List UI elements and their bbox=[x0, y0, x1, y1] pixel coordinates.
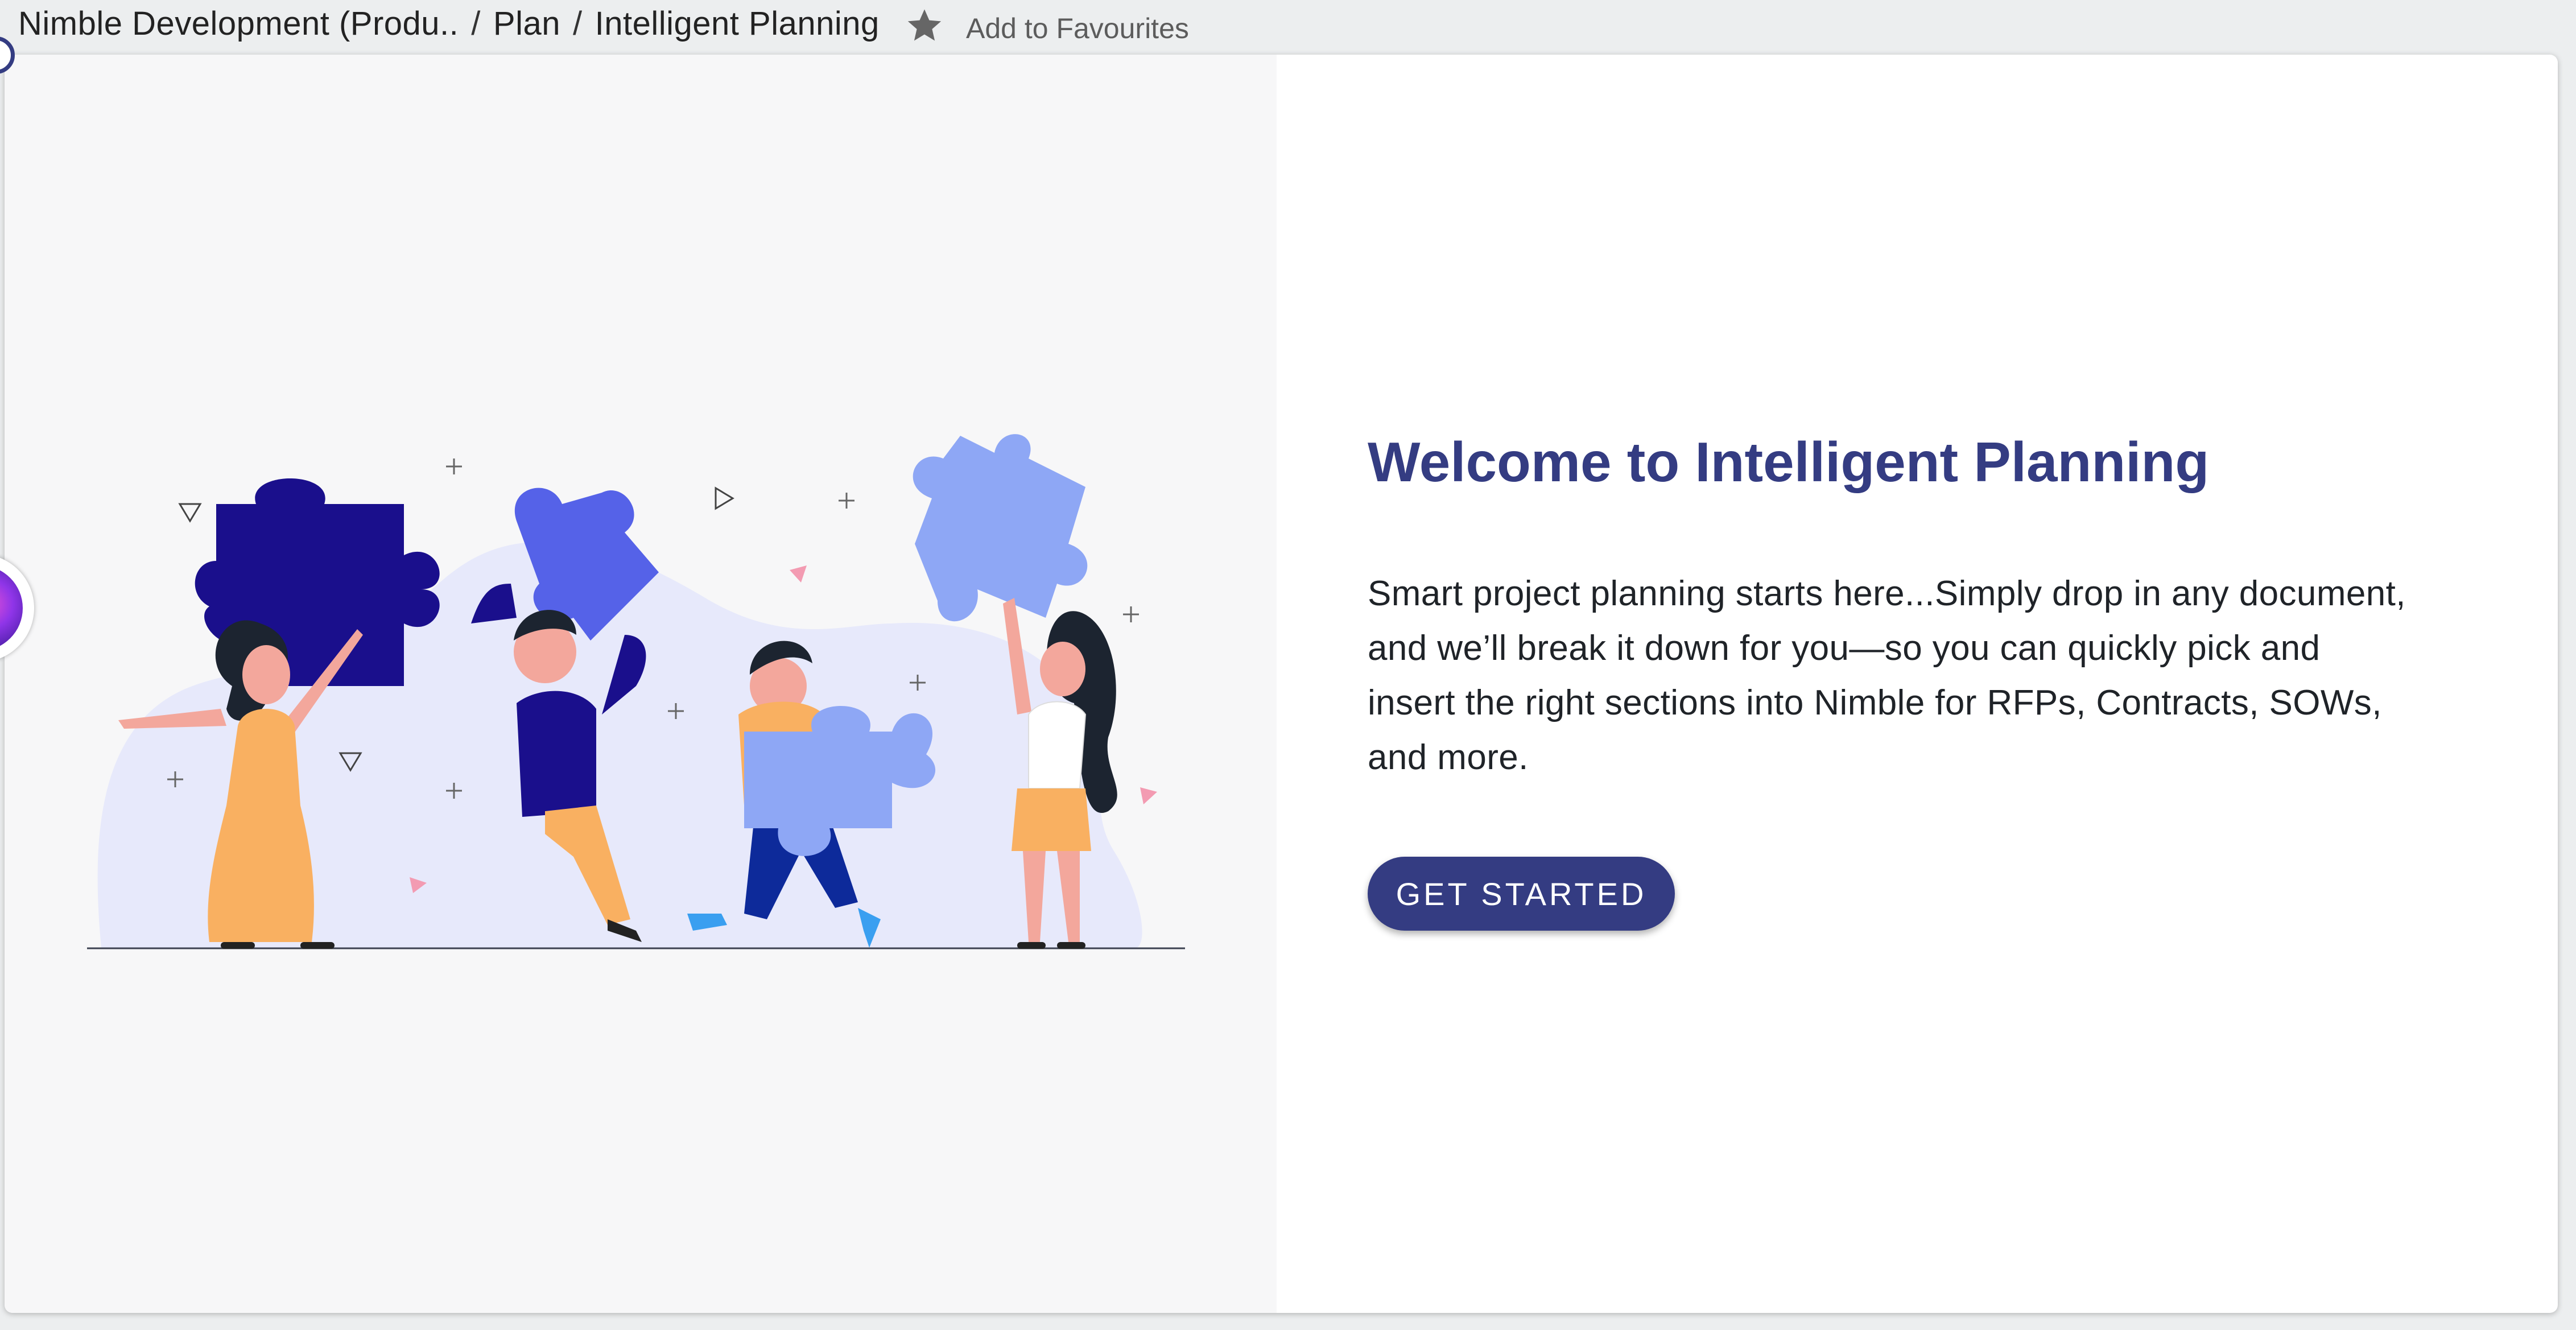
welcome-description: Smart project planning starts here...Sim… bbox=[1368, 574, 2406, 777]
add-to-favourites-label[interactable]: Add to Favourites bbox=[966, 12, 1189, 45]
puzzle-piece-light bbox=[913, 434, 1088, 622]
star-icon[interactable] bbox=[905, 6, 944, 46]
breadcrumb-item-plan[interactable]: Plan bbox=[493, 5, 560, 43]
breadcrumb-separator: / bbox=[471, 5, 481, 42]
get-started-button[interactable]: GET STARTED bbox=[1368, 857, 1675, 931]
intelligent-planning-card: Welcome to Intelligent Planning Smart pr… bbox=[5, 55, 2558, 1313]
welcome-title: Welcome to Intelligent Planning bbox=[1368, 431, 2210, 493]
breadcrumb-separator: / bbox=[573, 5, 583, 42]
breadcrumb-item-workspace[interactable]: Nimble Development (Produ.. bbox=[18, 5, 459, 43]
top-bar: Nimble Development (Produ.. / Plan / Int… bbox=[0, 0, 2576, 52]
app-window: Nimble Development (Produ.. / Plan / Int… bbox=[0, 0, 2576, 1330]
breadcrumb-item-current: Intelligent Planning bbox=[595, 5, 880, 42]
illustration-panel bbox=[5, 55, 1277, 1313]
welcome-content: Welcome to Intelligent Planning Smart pr… bbox=[1368, 55, 2483, 1313]
breadcrumb: Nimble Development (Produ.. / Plan / Int… bbox=[18, 5, 880, 43]
assistant-orb-icon[interactable] bbox=[0, 565, 23, 651]
puzzle-team-illustration bbox=[87, 434, 1185, 949]
add-to-favourites-button[interactable]: Add to Favourites bbox=[905, 6, 1189, 46]
